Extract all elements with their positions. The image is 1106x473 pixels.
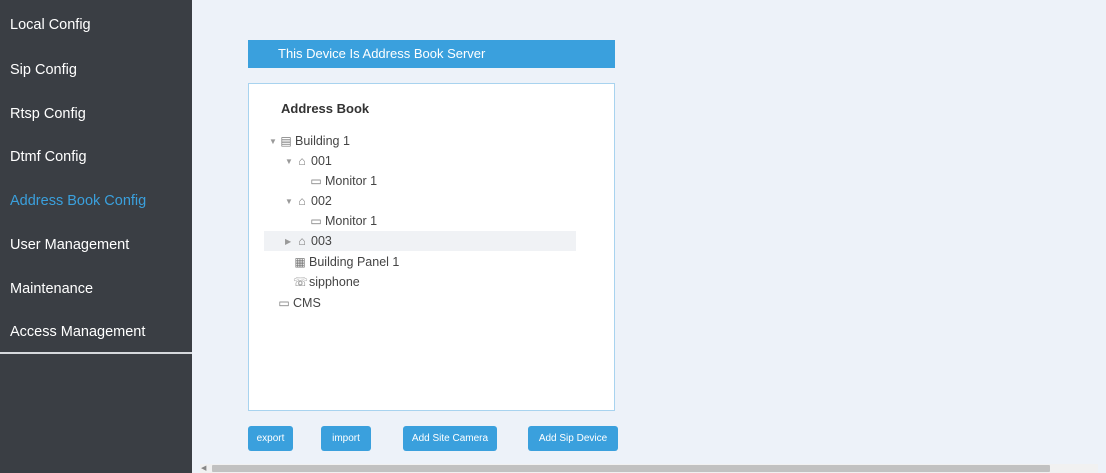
monitor-icon: ▭ [310, 174, 322, 188]
phone-icon: ☏ [293, 275, 309, 289]
scroll-left-icon[interactable]: ◀ [201, 464, 206, 473]
sidebar-item-user-management[interactable]: User Management [0, 225, 192, 265]
export-button[interactable]: export [248, 426, 293, 451]
address-book-title: Address Book [281, 101, 370, 116]
sidebar-item-sip-config[interactable]: Sip Config [0, 50, 192, 90]
home-icon: ⌂ [298, 234, 306, 248]
sidebar-item-rtsp-config[interactable]: Rtsp Config [0, 94, 192, 134]
panel-icon: ▦ [294, 255, 306, 269]
expand-arrow-icon[interactable]: ▼ [269, 132, 279, 152]
tree-node-label: CMS [293, 296, 321, 310]
sidebar: Local Config Sip Config Rtsp Config Dtmf… [0, 0, 192, 473]
computer-icon: ▭ [278, 296, 290, 310]
tree-node-label: Building 1 [295, 134, 350, 148]
tree-node-monitor-1[interactable]: ▭ Monitor 1 [309, 171, 377, 191]
tree-node-monitor-1[interactable]: ▭ Monitor 1 [309, 211, 377, 231]
tree-node-003[interactable]: ▶ ⌂ 003 [285, 231, 332, 251]
sidebar-item-address-book-config[interactable]: Address Book Config [0, 181, 192, 221]
monitor-icon: ▭ [310, 214, 322, 228]
expand-arrow-icon[interactable]: ▼ [285, 192, 295, 212]
tree-node-002[interactable]: ▼ ⌂ 002 [285, 191, 332, 211]
main-content: This Device Is Address Book Server Addre… [192, 0, 1106, 473]
tree-node-label: Monitor 1 [325, 174, 378, 188]
server-status-banner: This Device Is Address Book Server [248, 40, 615, 68]
tree-node-001[interactable]: ▼ ⌂ 001 [285, 151, 332, 171]
scrollbar-thumb[interactable] [212, 465, 1050, 472]
sidebar-divider [0, 352, 192, 354]
tree-node-building-panel-1[interactable]: ▦ Building Panel 1 [293, 252, 399, 272]
tree-node-label: 003 [311, 234, 332, 248]
building-icon: ▤ [280, 134, 292, 148]
home-icon: ⌂ [298, 154, 306, 168]
add-sip-device-button[interactable]: Add Sip Device [528, 426, 618, 451]
home-icon: ⌂ [298, 194, 306, 208]
tree-node-label: 002 [311, 194, 332, 208]
tree-node-label: sipphone [309, 275, 360, 289]
sidebar-item-access-management[interactable]: Access Management [0, 312, 192, 352]
sidebar-item-local-config[interactable]: Local Config [0, 5, 192, 45]
expand-arrow-icon[interactable]: ▼ [285, 152, 295, 172]
tree-node-building-1[interactable]: ▼ ▤ Building 1 [269, 131, 350, 151]
import-button[interactable]: import [321, 426, 371, 451]
sidebar-item-maintenance[interactable]: Maintenance [0, 269, 192, 309]
tree-node-label: Monitor 1 [325, 214, 378, 228]
add-site-camera-button[interactable]: Add Site Camera [403, 426, 497, 451]
tree-node-label: Building Panel 1 [309, 255, 400, 269]
horizontal-scrollbar[interactable]: ◀ [200, 464, 1098, 473]
sidebar-item-dtmf-config[interactable]: Dtmf Config [0, 137, 192, 177]
tree-node-label: 001 [311, 154, 332, 168]
tree-node-sipphone[interactable]: ☏sipphone [293, 272, 360, 292]
address-book-panel: Address Book ▼ ▤ Building 1 ▼ ⌂ 001 ▭ Monitor… [248, 83, 615, 411]
tree-node-cms[interactable]: ▭ CMS [277, 293, 321, 313]
collapse-arrow-icon[interactable]: ▶ [285, 232, 295, 252]
